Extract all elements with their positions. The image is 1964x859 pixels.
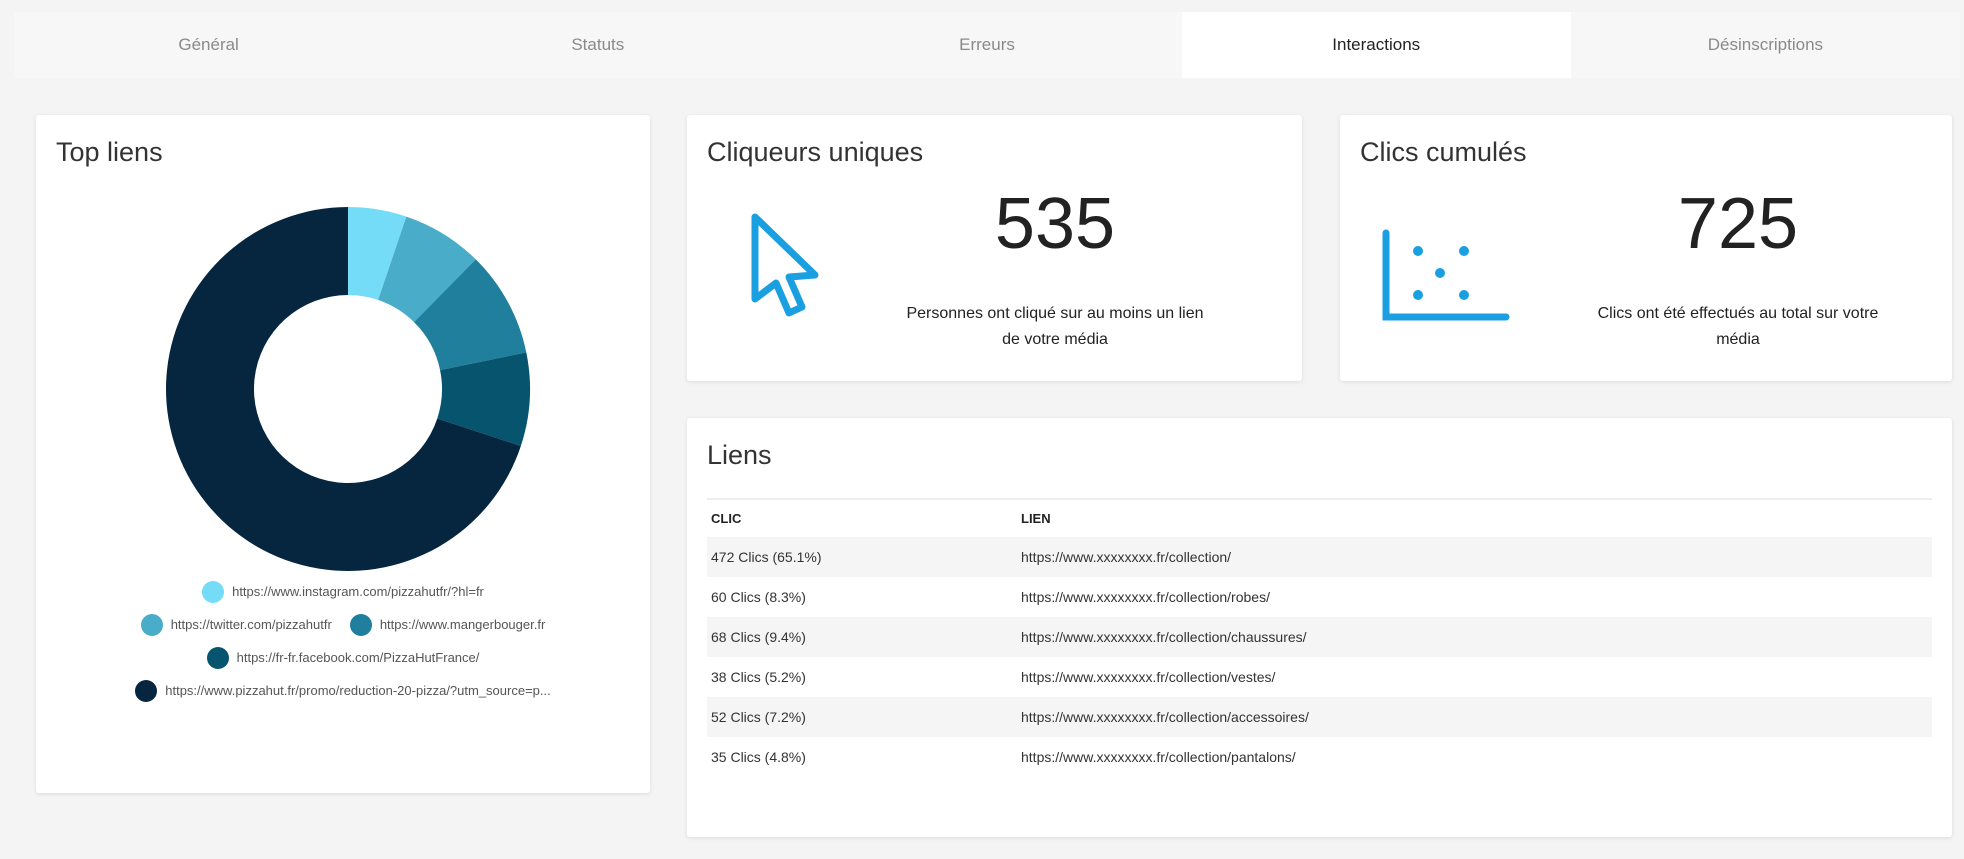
cumulative-clicks-value: 725 bbox=[1677, 184, 1799, 264]
column-header-clic[interactable]: CLIC bbox=[707, 498, 1017, 537]
legend-item-facebook[interactable]: https://fr-fr.facebook.com/PizzaHutFranc… bbox=[206, 646, 480, 669]
legend-label: https://www.pizzahut.fr/promo/reduction-… bbox=[165, 683, 551, 698]
scatter-chart-icon bbox=[1380, 227, 1510, 332]
desc-line: Personnes ont cliqué sur au moins un lie… bbox=[906, 305, 1204, 322]
legend-dot bbox=[349, 613, 372, 636]
chart-legend: https://www.instagram.com/pizzahutfr/?hl… bbox=[36, 575, 650, 707]
clic-cell: 35 Clics (4.8%) bbox=[711, 749, 806, 765]
clic-cell: 52 Clics (7.2%) bbox=[707, 697, 1017, 737]
tab-general[interactable]: Général bbox=[14, 12, 403, 78]
cumulative-clicks-description: Clics ont été effectués au total sur vot… bbox=[1548, 301, 1928, 353]
cumulative-clicks-card: Clics cumulés 725 Clics ont été effectué… bbox=[1340, 115, 1952, 381]
links-table: CLIC LIEN 472 Clics (65.1%) https://www.… bbox=[707, 498, 1932, 777]
cumulative-clicks-title: Clics cumulés bbox=[1360, 137, 1527, 167]
tab-erreurs[interactable]: Erreurs bbox=[792, 12, 1181, 78]
tab-statuts[interactable]: Statuts bbox=[403, 12, 792, 78]
table-row: 35 Clics (4.8%) https://www.xxxxxxxx.fr/… bbox=[707, 737, 1932, 777]
legend-item-twitter[interactable]: https://twitter.com/pizzahutfr bbox=[140, 613, 332, 636]
top-links-donut-chart bbox=[160, 201, 536, 577]
legend-dot bbox=[202, 580, 225, 603]
clic-cell: 68 Clics (9.4%) bbox=[707, 617, 1017, 657]
tab-desinscriptions[interactable]: Désinscriptions bbox=[1571, 12, 1960, 78]
legend-label: https://www.instagram.com/pizzahutfr/?hl… bbox=[232, 584, 484, 599]
legend-dot bbox=[135, 679, 158, 702]
unique-clickers-title: Cliqueurs uniques bbox=[707, 137, 924, 167]
table-row: 38 Clics (5.2%) https://www.xxxxxxxx.fr/… bbox=[707, 657, 1932, 697]
legend-item-pizzahut[interactable]: https://www.pizzahut.fr/promo/reduction-… bbox=[135, 679, 551, 702]
link-cell[interactable]: https://www.xxxxxxxx.fr/collection/acces… bbox=[1017, 697, 1932, 737]
desc-line: Clics ont été effectués au total sur vot… bbox=[1597, 305, 1879, 322]
clic-cell: 472 Clics (65.1%) bbox=[707, 537, 1017, 577]
table-row: 60 Clics (8.3%) https://www.xxxxxxxx.fr/… bbox=[707, 577, 1932, 617]
link-cell[interactable]: https://www.xxxxxxxx.fr/collection/chaus… bbox=[1017, 617, 1932, 657]
legend-item-mangerbouger[interactable]: https://www.mangerbouger.fr bbox=[349, 613, 546, 636]
donut-svg bbox=[166, 207, 530, 571]
unique-clickers-card: Cliqueurs uniques 535 Personnes ont cliq… bbox=[687, 115, 1302, 381]
link-cell[interactable]: https://www.xxxxxxxx.fr/collection/ bbox=[1017, 537, 1932, 577]
table-row: 68 Clics (9.4%) https://www.xxxxxxxx.fr/… bbox=[707, 617, 1932, 657]
desc-line: de votre média bbox=[1002, 331, 1108, 348]
tab-bar: Général Statuts Erreurs Interactions Dés… bbox=[14, 12, 1960, 78]
clic-cell: 38 Clics (5.2%) bbox=[711, 669, 806, 685]
table-row: 52 Clics (7.2%) https://www.xxxxxxxx.fr/… bbox=[707, 697, 1932, 737]
table-row: 472 Clics (65.1%) https://www.xxxxxxxx.f… bbox=[707, 537, 1932, 577]
link-cell[interactable]: https://www.xxxxxxxx.fr/collection/veste… bbox=[1017, 657, 1932, 697]
legend-item-instagram[interactable]: https://www.instagram.com/pizzahutfr/?hl… bbox=[202, 580, 484, 603]
top-links-card: Top liens https://www.instagram.com/pizz… bbox=[36, 115, 650, 793]
unique-clickers-description: Personnes ont cliqué sur au moins un lie… bbox=[865, 301, 1245, 353]
cursor-icon bbox=[747, 211, 823, 326]
unique-clickers-value: 535 bbox=[994, 184, 1116, 264]
link-cell[interactable]: https://www.xxxxxxxx.fr/collection/robes… bbox=[1017, 577, 1932, 617]
links-title: Liens bbox=[707, 440, 772, 470]
desc-line: média bbox=[1716, 331, 1760, 348]
link-cell[interactable]: https://www.xxxxxxxx.fr/collection/panta… bbox=[1017, 737, 1932, 777]
tab-interactions[interactable]: Interactions bbox=[1181, 12, 1571, 78]
legend-dot bbox=[140, 613, 163, 636]
legend-label: https://fr-fr.facebook.com/PizzaHutFranc… bbox=[236, 650, 480, 665]
legend-label: https://www.mangerbouger.fr bbox=[379, 617, 546, 632]
legend-label: https://twitter.com/pizzahutfr bbox=[170, 617, 332, 632]
table-header-row: CLIC LIEN bbox=[707, 498, 1932, 537]
legend-dot bbox=[206, 646, 229, 669]
column-header-lien[interactable]: LIEN bbox=[1017, 498, 1932, 537]
clic-cell: 60 Clics (8.3%) bbox=[711, 589, 806, 605]
links-card: Liens CLIC LIEN 472 Clics (65.1%) https:… bbox=[687, 418, 1952, 837]
top-links-title: Top liens bbox=[56, 137, 163, 167]
